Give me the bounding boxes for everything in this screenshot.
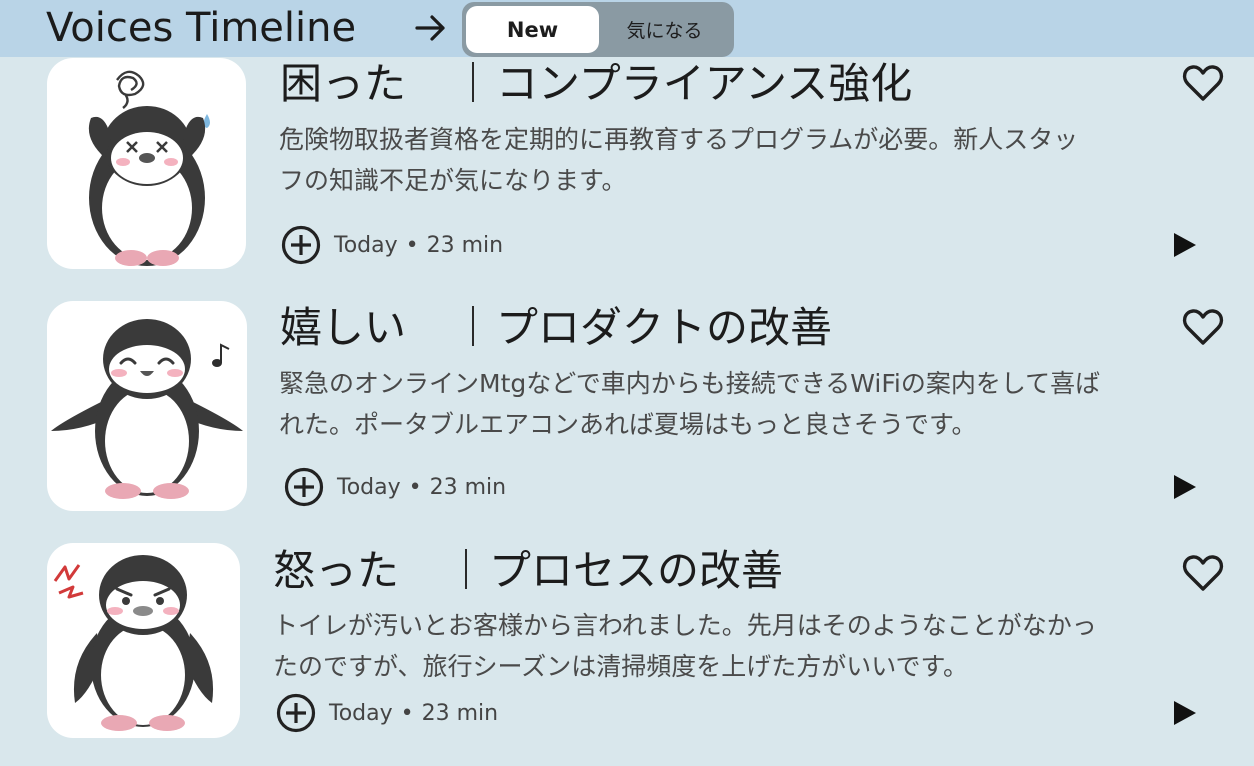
header-bar: Voices Timeline New 気になる (0, 0, 1254, 57)
angry-penguin-avatar (47, 543, 240, 738)
voice-body-line: トイレが汚いとお客様から言われました。先月はそのようなことがなかっ (273, 611, 1097, 640)
plus-circle-icon[interactable] (276, 693, 316, 733)
voice-body-line: フの知識不足が気になります。 (279, 166, 627, 195)
title-divider (472, 62, 474, 102)
voice-duration: 23 min (421, 700, 499, 726)
voice-meta: Today • 23 min (284, 467, 506, 507)
arrow-right-icon (415, 15, 445, 41)
mood-label: 怒った (273, 546, 400, 595)
voice-date: Today (337, 474, 401, 500)
mood-label: 困った (280, 59, 407, 108)
voice-body-line: 危険物取扱者資格を定期的に再教育するプログラムが必要。新人スタッ (279, 125, 1079, 154)
play-icon[interactable] (1172, 231, 1198, 259)
meta-dot: • (405, 232, 419, 258)
voice-meta: Today • 23 min (276, 693, 498, 733)
play-icon[interactable] (1172, 473, 1198, 501)
voice-meta: Today • 23 min (281, 225, 503, 265)
heart-outline-icon[interactable] (1182, 306, 1224, 348)
plus-circle-icon[interactable] (281, 225, 321, 265)
voice-body-line: れた。ポータブルエアコンあれば夏場はもっと良さそうです。 (279, 410, 977, 439)
tab-new[interactable]: New (466, 6, 599, 53)
voice-title: 怒った プロセスの改善 (273, 545, 783, 597)
voice-body: 危険物取扱者資格を定期的に再教育するプログラムが必要。新人スタッ フの知識不足が… (279, 119, 1199, 201)
heart-outline-icon[interactable] (1182, 62, 1224, 104)
topic-label: プロダクトの改善 (496, 303, 833, 352)
happy-penguin-avatar (47, 301, 247, 511)
plus-circle-icon[interactable] (284, 467, 324, 507)
voice-duration: 23 min (426, 232, 504, 258)
meta-dot: • (400, 700, 414, 726)
voice-body-line: たのですが、旅行シーズンは清掃頻度を上げた方がいいです。 (273, 652, 969, 681)
voice-date: Today (329, 700, 393, 726)
timeline-segmented-control: New 気になる (462, 2, 734, 57)
voice-body: トイレが汚いとお客様から言われました。先月はそのようなことがなかっ たのですが、… (273, 605, 1193, 687)
heart-outline-icon[interactable] (1182, 552, 1224, 594)
tab-watchlist[interactable]: 気になる (599, 6, 730, 53)
topic-label: プロセスの改善 (489, 546, 784, 595)
voice-date: Today (334, 232, 398, 258)
app-title: Voices Timeline (46, 5, 357, 51)
topic-label: コンプライアンス強化 (496, 59, 913, 108)
voice-body: 緊急のオンラインMtgなどで車内からも接続できるWiFiの案内をして喜ば れた。… (279, 363, 1199, 445)
mood-label: 嬉しい (280, 303, 407, 352)
title-divider (472, 306, 474, 346)
voice-duration: 23 min (429, 474, 507, 500)
voice-title: 困った コンプライアンス強化 (280, 58, 912, 110)
voice-body-line: 緊急のオンラインMtgなどで車内からも接続できるWiFiの案内をして喜ば (279, 369, 1101, 398)
play-icon[interactable] (1172, 699, 1198, 727)
voice-title: 嬉しい プロダクトの改善 (280, 302, 832, 354)
troubled-penguin-avatar (47, 58, 246, 269)
meta-dot: • (408, 474, 422, 500)
title-divider (465, 549, 467, 589)
